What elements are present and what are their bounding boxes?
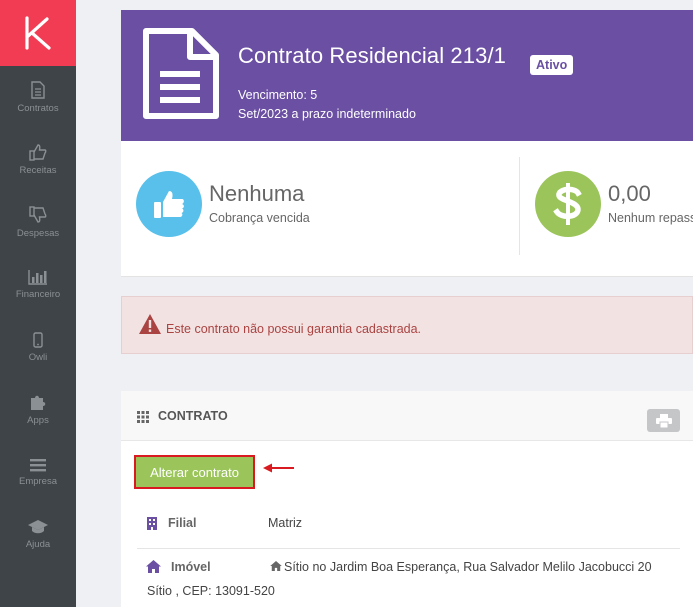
panel-header: CONTRATO: [121, 391, 693, 441]
stats-panel: Nenhuma Cobrança vencida 0,00 Nenhum rep…: [121, 141, 693, 277]
sidebar-item-empresa[interactable]: Empresa: [0, 441, 76, 504]
imovel-address-line2: Sítio , CEP: 13091-520: [147, 584, 275, 598]
logo[interactable]: [0, 0, 76, 66]
sidebar-item-label: Financeiro: [15, 289, 61, 301]
stat-transfer-badge: [535, 171, 601, 237]
sidebar-item-label: Empresa: [18, 475, 57, 487]
sidebar-item-label: Despesas: [16, 227, 60, 239]
status-badge: Ativo: [530, 55, 574, 75]
sidebar-item-despesas[interactable]: Despesas: [0, 191, 76, 254]
thumbs-up-icon: [154, 191, 184, 218]
imovel-address-line1: Sítio no Jardim Boa Esperança, Rua Salva…: [284, 560, 652, 574]
contract-panel: CONTRATO Alterar contrato Filial Matriz …: [121, 391, 693, 607]
sidebar-item-label: Apps: [27, 415, 49, 427]
k-logo-icon: [25, 16, 51, 50]
stat-transfer-label: Nenhum repass: [608, 211, 693, 225]
sidebar-item-owli[interactable]: Owli: [0, 316, 76, 379]
warning-text: Este contrato não possui garantia cadast…: [166, 322, 422, 336]
divider: [519, 157, 520, 255]
imovel-label: Imóvel: [171, 560, 211, 574]
menu-icon: [30, 458, 46, 472]
sidebar-item-receitas[interactable]: Receitas: [0, 129, 76, 192]
puzzle-icon: [31, 396, 46, 411]
sidebar-item-apps[interactable]: Apps: [0, 379, 76, 442]
warning-icon: [139, 314, 161, 334]
panel-title: CONTRATO: [158, 409, 228, 423]
filial-value: Matriz: [268, 516, 303, 530]
sidebar-item-contratos[interactable]: Contratos: [0, 66, 76, 129]
stat-overdue-value: Nenhuma: [209, 181, 305, 206]
sidebar-item-ajuda[interactable]: Ajuda: [0, 504, 76, 567]
printer-icon: [655, 413, 672, 428]
home-icon: [146, 560, 161, 573]
filial-label: Filial: [168, 516, 197, 530]
sidebar-item-label: Contratos: [17, 102, 59, 114]
thumbs-down-icon: [29, 206, 47, 223]
graduation-cap-icon: [28, 520, 48, 534]
vencimento-text: Vencimento: 5: [238, 88, 318, 102]
arrow-left-icon: [263, 463, 294, 473]
stat-transfer-value: 0,00: [608, 181, 651, 206]
home-small-icon: [270, 561, 282, 571]
page-title: Contrato Residencial 213/1: [238, 43, 506, 68]
sidebar-item-label: Owli: [28, 351, 48, 363]
periodo-text: Set/2023 a prazo indeterminado: [238, 107, 416, 121]
print-button[interactable]: [647, 409, 680, 432]
warning-alert: Este contrato não possui garantia cadast…: [121, 296, 693, 354]
document-icon: [143, 28, 219, 119]
grid-icon: [137, 411, 149, 423]
sidebar: Contratos Receitas Despesas Financeiro O…: [0, 0, 76, 607]
sidebar-item-label: Receitas: [19, 165, 57, 177]
row-divider: [137, 548, 680, 549]
building-icon: [147, 517, 157, 530]
mobile-icon: [33, 332, 43, 348]
sidebar-item-financeiro[interactable]: Financeiro: [0, 254, 76, 317]
stat-overdue-label: Cobrança vencida: [209, 211, 310, 225]
stat-overdue-badge: [136, 171, 202, 237]
bar-chart-icon: [28, 270, 47, 285]
alter-contract-button[interactable]: Alterar contrato: [134, 455, 255, 489]
dollar-icon: [553, 183, 582, 225]
contract-header: Contrato Residencial 213/1 Ativo Vencime…: [121, 10, 693, 141]
document-icon: [31, 81, 45, 99]
thumbs-up-icon: [29, 144, 47, 161]
sidebar-item-label: Ajuda: [25, 539, 51, 551]
